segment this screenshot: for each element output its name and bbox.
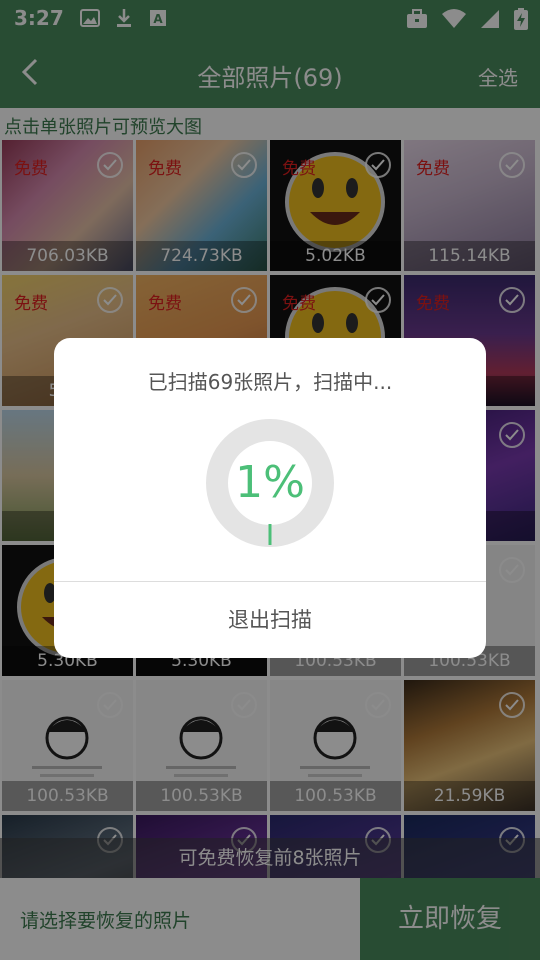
scan-status-message: 已扫描69张照片，扫描中... [147, 370, 393, 394]
scan-progress-dialog: 已扫描69张照片，扫描中... 1% 退出扫描 [54, 338, 486, 658]
exit-scan-button[interactable]: 退出扫描 [54, 582, 486, 658]
progress-percent: 1% [235, 457, 305, 508]
